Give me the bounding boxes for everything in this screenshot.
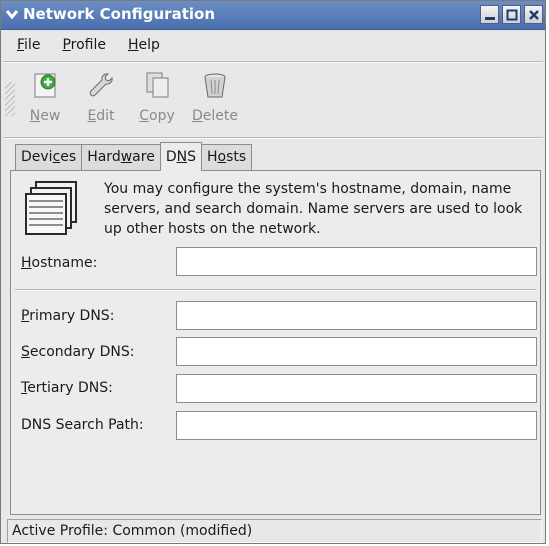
close-button[interactable] — [524, 5, 543, 24]
new-button[interactable]: New — [17, 68, 73, 130]
new-label: New — [30, 108, 61, 124]
tab-devices-text-b: es — [60, 149, 77, 165]
maximize-icon — [506, 9, 517, 20]
minimize-button[interactable] — [480, 5, 499, 24]
menu-bar: File Profile Help — [1, 30, 545, 60]
tab-hardware[interactable]: Hardware — [81, 144, 161, 170]
tab-hosts-text-b: sts — [226, 149, 247, 165]
tab-devices-text-a: Devi — [21, 149, 53, 165]
hostname-label: Hostname: — [21, 255, 97, 271]
menubar-divider — [3, 61, 543, 63]
delete-button[interactable]: Delete — [187, 68, 243, 130]
menu-profile-label: rofile — [70, 37, 106, 53]
tab-dns-text-b: S — [187, 149, 196, 165]
tab-dns-mnemonic: N — [176, 149, 188, 165]
delete-label: Delete — [192, 108, 238, 124]
hostname-label-text: ostname: — [31, 255, 98, 271]
toolbar: New Edit Copy Delete — [1, 64, 545, 136]
window-menu-icon[interactable] — [4, 6, 20, 22]
network-configuration-window: Network Configuration File Profile Help — [0, 0, 546, 544]
tertiary-dns-label: Tertiary DNS: — [21, 380, 113, 396]
menu-help[interactable]: Help — [122, 33, 166, 57]
dns-panel: You may configure the system's hostname,… — [10, 170, 541, 515]
copy-button[interactable]: Copy — [129, 68, 185, 130]
secondary-dns-input[interactable] — [176, 337, 537, 366]
secondary-dns-label-text: econdary DNS: — [29, 344, 135, 360]
menu-profile-mnemonic: P — [62, 37, 71, 53]
menu-profile[interactable]: Profile — [56, 33, 112, 57]
new-icon — [34, 73, 56, 98]
tab-hosts-mnemonic: o — [217, 149, 227, 165]
close-icon — [528, 9, 539, 20]
tertiary-dns-label-text: ertiary DNS: — [27, 380, 113, 396]
menu-help-label: elp — [138, 37, 160, 53]
tab-hosts[interactable]: Hosts — [200, 144, 253, 170]
menu-file[interactable]: File — [11, 33, 46, 57]
tab-hardware-text-a: Hard — [87, 149, 121, 165]
copy-label-text: opy — [149, 108, 175, 124]
dns-description: You may configure the system's hostname,… — [104, 181, 523, 237]
tab-strip: Devices Hardware DNS Hosts — [15, 142, 253, 171]
primary-dns-input[interactable] — [176, 301, 537, 330]
copy-icon — [146, 72, 169, 98]
minimize-icon — [484, 16, 495, 20]
menu-file-mnemonic: F — [17, 37, 25, 53]
window-title: Network Configuration — [23, 5, 215, 23]
tab-hardware-mnemonic: w — [120, 149, 133, 165]
primary-dns-label: Primary DNS: — [21, 308, 114, 324]
tertiary-dns-input[interactable] — [176, 374, 537, 403]
edit-label: Edit — [87, 108, 114, 124]
tab-dns-text-a: D — [165, 149, 177, 165]
wrench-icon — [89, 73, 113, 97]
toolbar-divider — [3, 137, 543, 139]
hostname-input[interactable] — [176, 247, 537, 276]
delete-mnemonic: D — [192, 108, 203, 124]
primary-dns-mnemonic: P — [21, 308, 30, 324]
secondary-dns-label: Secondary DNS: — [21, 344, 134, 360]
edit-label-text: dit — [96, 108, 115, 124]
hostname-divider — [15, 289, 536, 291]
copy-mnemonic: C — [139, 108, 150, 124]
dns-table-icon — [25, 181, 77, 235]
new-mnemonic: N — [29, 108, 41, 124]
edit-mnemonic: E — [87, 108, 97, 124]
dns-search-path-label: DNS Search Path: — [21, 417, 144, 433]
status-bar: Active Profile: Common (modified) — [7, 519, 542, 543]
dns-search-path-input[interactable] — [176, 411, 537, 440]
edit-button[interactable]: Edit — [73, 68, 129, 130]
tab-hardware-text-b: are — [132, 149, 155, 165]
tab-devices[interactable]: Devices — [15, 144, 83, 170]
primary-dns-label-text: rimary DNS: — [29, 308, 115, 324]
tab-dns[interactable]: DNS — [159, 142, 202, 171]
new-label-text: ew — [40, 108, 61, 124]
delete-label-text: elete — [202, 108, 238, 124]
toolbar-grip[interactable] — [5, 82, 15, 116]
hostname-mnemonic: H — [21, 255, 32, 271]
tab-hosts-text-a: H — [206, 149, 218, 165]
secondary-dns-mnemonic: S — [21, 344, 30, 360]
trash-icon — [204, 73, 226, 98]
menu-file-label: ile — [24, 37, 41, 53]
menu-help-mnemonic: H — [128, 37, 139, 53]
title-bar[interactable]: Network Configuration — [1, 1, 545, 30]
copy-label: Copy — [139, 108, 175, 124]
maximize-button[interactable] — [502, 5, 521, 24]
